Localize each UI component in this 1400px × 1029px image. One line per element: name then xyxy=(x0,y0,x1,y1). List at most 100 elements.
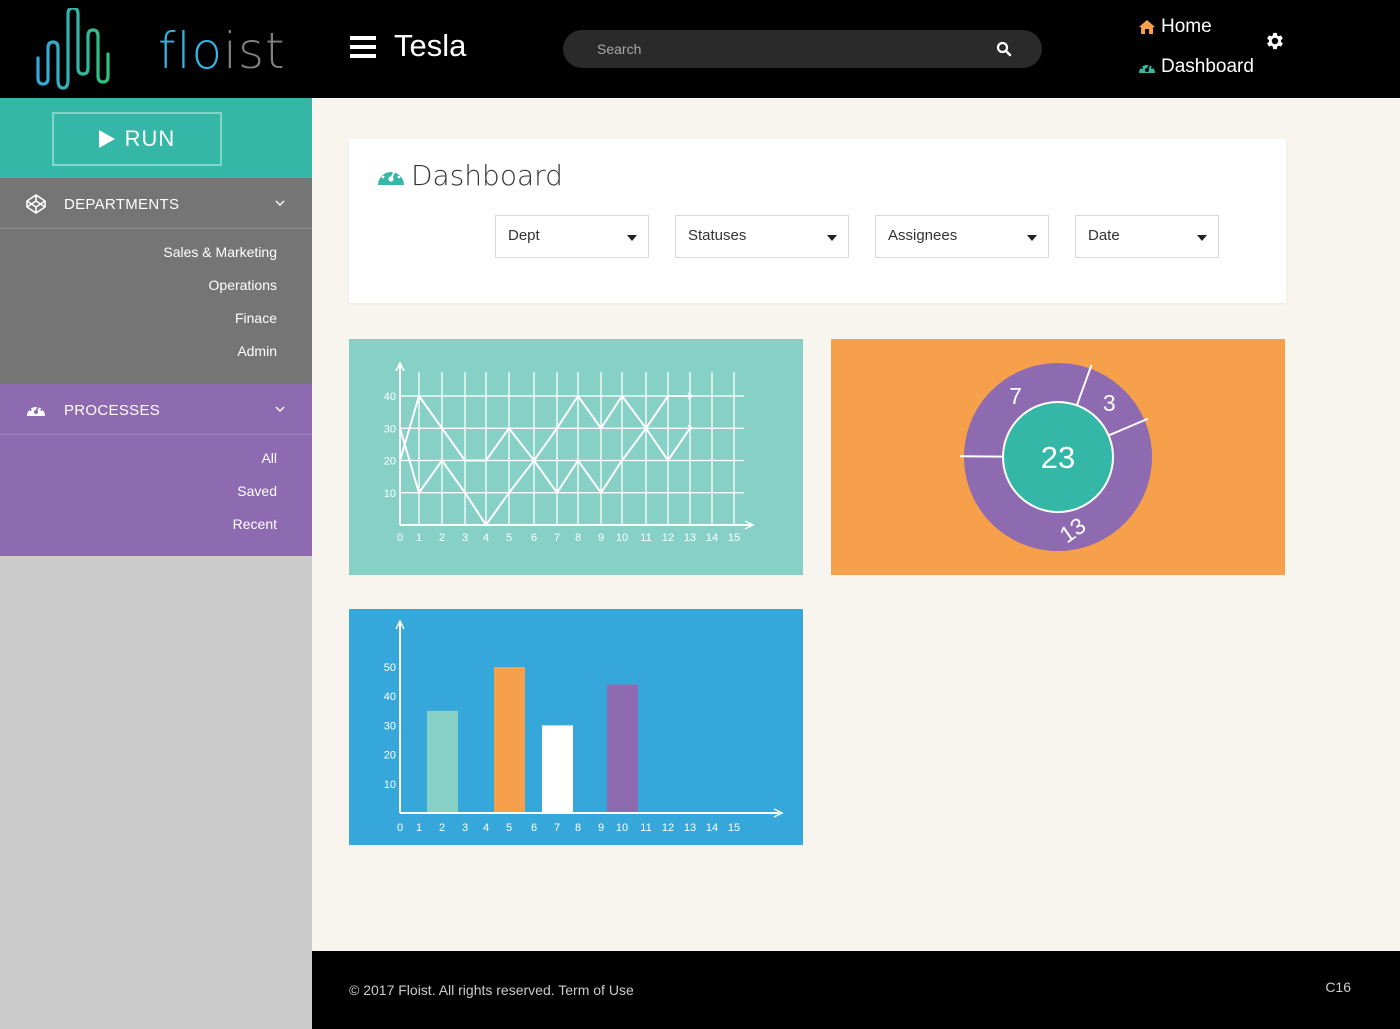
x-tick-label: 1 xyxy=(416,822,422,834)
x-tick-label: 3 xyxy=(462,822,468,834)
footer-copyright: © 2017 Floist. All rights reserved. Term… xyxy=(349,982,634,998)
run-button[interactable]: RUN xyxy=(52,112,222,166)
bar-chart-panel[interactable]: 10 20 30 40 50 0 1 2 3 4 5 6 7 8 9 10 11 12 13 14 15 xyxy=(349,609,803,845)
x-tick-label: 2 xyxy=(439,822,445,834)
run-area: RUN xyxy=(0,98,312,178)
top-bar: floist Tesla Home Dashboard xyxy=(0,0,1400,98)
x-tick-label: 7 xyxy=(554,532,560,544)
departments-label: DEPARTMENTS xyxy=(64,196,180,213)
x-tick-label: 9 xyxy=(598,532,604,544)
x-tick-label: 13 xyxy=(684,532,696,544)
departments-section: DEPARTMENTS Sales & Marketing Operations… xyxy=(0,178,312,384)
sidebar-item-all[interactable]: All xyxy=(261,450,277,466)
line-chart-panel[interactable]: 10 20 30 40 0 1 2 3 4 5 6 7 8 9 10 11 12 13 14 15 xyxy=(349,339,803,575)
line-chart: 102030400 1 2 3 4 5 6 7 8 9 10 11 12 13 14 15 xyxy=(384,361,755,544)
y-tick-label: 30 xyxy=(384,720,396,732)
x-tick-label: 5 xyxy=(506,532,512,544)
statuses-filter-label: Statuses xyxy=(688,227,747,244)
y-tick-label: 50 xyxy=(384,662,396,674)
sidebar-item-admin[interactable]: Admin xyxy=(237,343,277,359)
x-tick-label: 8 xyxy=(575,822,581,834)
dashboard-card: Dashboard Dept Statuses Assignees Date xyxy=(349,139,1286,303)
x-tick-label: 15 xyxy=(728,532,740,544)
floist-logo[interactable]: floist xyxy=(34,6,285,90)
x-tick-label: 9 xyxy=(598,822,604,834)
logo-wordmark: floist xyxy=(158,22,286,80)
x-tick-label: 14 xyxy=(706,822,718,834)
x-tick-label: 0 xyxy=(397,822,403,834)
bar-2 xyxy=(494,667,525,813)
caret-down-icon xyxy=(827,235,837,241)
x-tick-label: 13 xyxy=(684,822,696,834)
search-bar xyxy=(563,30,1042,68)
logo-waveform-icon xyxy=(36,6,110,90)
nav-dashboard-link[interactable]: Dashboard xyxy=(1138,56,1254,78)
y-tick-label: 40 xyxy=(384,691,396,703)
y-tick-label: 10 xyxy=(384,779,396,791)
x-tick-label: 4 xyxy=(483,822,489,834)
codepen-icon xyxy=(26,194,46,214)
term-of-use-link[interactable]: Term of Use xyxy=(558,982,633,998)
sidebar-item-saved[interactable]: Saved xyxy=(237,483,277,499)
date-filter-label: Date xyxy=(1088,227,1120,244)
statuses-filter-dropdown[interactable]: Statuses xyxy=(675,215,849,258)
departments-header[interactable]: DEPARTMENTS xyxy=(0,178,312,229)
chevron-down-icon xyxy=(275,406,285,412)
page-title: Dashboard xyxy=(411,159,563,192)
x-tick-label: 4 xyxy=(483,532,489,544)
x-tick-label: 11 xyxy=(640,822,651,834)
x-tick-label: 5 xyxy=(506,822,512,834)
slice-label-7: 7 xyxy=(1009,383,1022,409)
nav-dashboard-label: Dashboard xyxy=(1161,56,1254,77)
slice-label-3: 3 xyxy=(1103,390,1116,416)
dashboard-icon xyxy=(378,167,404,185)
x-tick-label: 12 xyxy=(662,532,674,544)
processes-label: PROCESSES xyxy=(64,402,161,419)
x-tick-label: 0 xyxy=(397,532,403,544)
dashboard-icon xyxy=(27,404,45,416)
dept-filter-dropdown[interactable]: Dept xyxy=(495,215,649,258)
y-tick-label: 10 xyxy=(384,488,396,500)
sidebar-item-operations[interactable]: Operations xyxy=(209,277,277,293)
nav-home-link[interactable]: Home xyxy=(1138,16,1212,38)
bar-4 xyxy=(607,684,638,813)
sidebar-item-recent[interactable]: Recent xyxy=(233,516,277,532)
nav-home-label: Home xyxy=(1161,16,1212,37)
sidebar-item-sales-marketing[interactable]: Sales & Marketing xyxy=(163,244,277,260)
home-icon xyxy=(1139,20,1155,34)
bar-chart: 10203040500 1 2 3 4 5 6 7 8 9 10 11 12 13 14 15 xyxy=(384,619,784,834)
copyright-text: © 2017 Floist. All rights reserved. xyxy=(349,982,555,998)
x-tick-label: 14 xyxy=(706,532,718,544)
x-tick-label: 8 xyxy=(575,532,581,544)
processes-header[interactable]: PROCESSES xyxy=(0,384,312,435)
x-tick-label: 12 xyxy=(662,822,674,834)
x-tick-label: 6 xyxy=(531,822,537,834)
x-tick-label: 3 xyxy=(462,532,468,544)
x-tick-label: 1 xyxy=(416,532,422,544)
x-tick-label: 11 xyxy=(640,532,651,544)
x-tick-label: 7 xyxy=(554,822,560,834)
search-input[interactable] xyxy=(597,39,977,59)
y-tick-label: 30 xyxy=(384,423,396,435)
sidebar-item-finace[interactable]: Finace xyxy=(235,310,277,326)
processes-section: PROCESSES All Saved Recent xyxy=(0,384,312,556)
caret-down-icon xyxy=(627,235,637,241)
x-tick-label: 2 xyxy=(439,532,445,544)
footer: © 2017 Floist. All rights reserved. Term… xyxy=(312,951,1400,1029)
x-tick-label: 10 xyxy=(616,532,628,544)
chevron-down-icon xyxy=(275,200,285,206)
hamburger-menu-icon[interactable] xyxy=(350,36,376,58)
app-title: Tesla xyxy=(394,28,467,63)
assignees-filter-label: Assignees xyxy=(888,227,958,244)
search-icon[interactable] xyxy=(996,41,1012,57)
y-tick-label: 20 xyxy=(384,750,396,762)
donut-chart-panel[interactable]: 3 13 7 23 xyxy=(831,339,1285,575)
assignees-filter-dropdown[interactable]: Assignees xyxy=(875,215,1049,258)
footer-code: C16 xyxy=(1325,979,1351,995)
date-filter-dropdown[interactable]: Date xyxy=(1075,215,1219,258)
bar-3 xyxy=(542,725,573,813)
gear-icon[interactable] xyxy=(1264,30,1286,52)
x-tick-label: 6 xyxy=(531,532,537,544)
play-icon xyxy=(98,130,115,148)
dept-filter-label: Dept xyxy=(508,227,540,244)
